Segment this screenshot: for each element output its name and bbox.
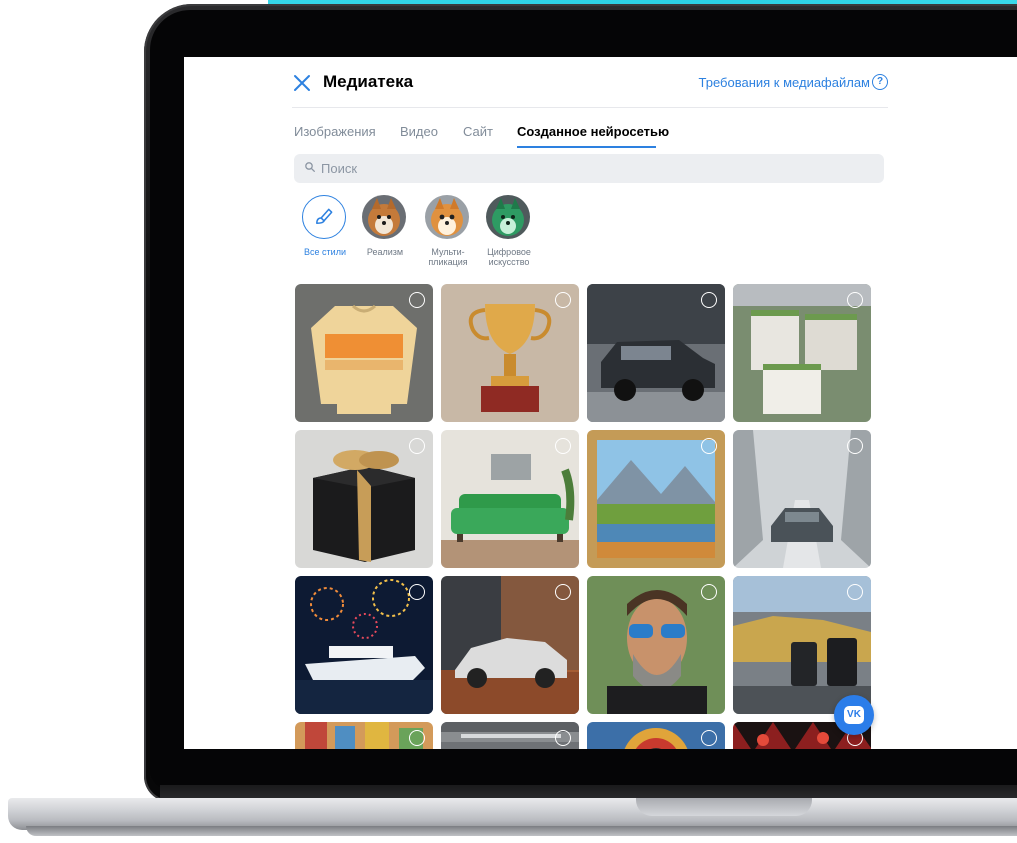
close-icon	[294, 75, 310, 91]
page-title: Медиатека	[323, 72, 414, 91]
select-checkbox[interactable]	[701, 292, 717, 308]
close-button[interactable]	[292, 73, 312, 93]
image-tile-colorful-city[interactable]	[295, 722, 433, 749]
image-tile-sweater[interactable]	[295, 284, 433, 422]
laptop-screen: Медиатека Требования к медиафайлам ? Изо…	[184, 57, 1017, 749]
select-checkbox[interactable]	[409, 730, 425, 746]
image-tile-painted-car[interactable]	[441, 576, 579, 714]
generated-images-grid	[295, 284, 871, 749]
image-tile-cars-chargers[interactable]	[733, 576, 871, 714]
tab-images[interactable]: Изображения	[294, 124, 376, 139]
image-tile-cruise-ship[interactable]	[295, 576, 433, 714]
image-tile-ornament[interactable]	[587, 722, 725, 749]
select-checkbox[interactable]	[701, 584, 717, 600]
search-input[interactable]: Поиск	[294, 154, 884, 183]
vk-logo-icon: VK	[844, 706, 864, 724]
vk-floating-button[interactable]: VK	[834, 695, 874, 735]
image-tile-gift[interactable]	[295, 430, 433, 568]
select-checkbox[interactable]	[555, 584, 571, 600]
style-label: Мульти- пликация	[428, 247, 468, 267]
style-label: Цифровое искусство	[487, 247, 531, 267]
search-placeholder: Поиск	[321, 161, 358, 176]
tab-ai-generated[interactable]: Созданное нейросетью	[517, 124, 669, 139]
tab-site[interactable]: Сайт	[463, 124, 493, 139]
select-checkbox[interactable]	[409, 438, 425, 454]
laptop-base-edge	[26, 826, 1017, 836]
select-checkbox[interactable]	[409, 292, 425, 308]
select-checkbox[interactable]	[701, 438, 717, 454]
select-checkbox[interactable]	[409, 584, 425, 600]
dog-cartoon-icon	[425, 195, 469, 239]
image-tile-snow-car[interactable]	[733, 430, 871, 568]
style-label: Реализм	[366, 247, 404, 257]
select-checkbox[interactable]	[555, 438, 571, 454]
image-tile-trophy[interactable]	[441, 284, 579, 422]
image-tile-garage[interactable]	[441, 722, 579, 749]
select-checkbox[interactable]	[847, 438, 863, 454]
search-icon	[305, 162, 315, 172]
laptop-opening-notch	[636, 798, 812, 816]
brush-icon	[302, 195, 346, 239]
media-library-header: Медиатека Требования к медиафайлам ?	[292, 69, 888, 108]
select-checkbox[interactable]	[847, 292, 863, 308]
image-tile-sofa[interactable]	[441, 430, 579, 568]
image-tile-apartments[interactable]	[733, 284, 871, 422]
image-tile-suv[interactable]	[587, 284, 725, 422]
dog-digital-art-icon	[486, 195, 530, 239]
image-tile-landscape[interactable]	[587, 430, 725, 568]
help-icon[interactable]: ?	[872, 74, 888, 90]
laptop-chin	[160, 785, 1017, 799]
image-tile-man-sunglasses[interactable]	[587, 576, 725, 714]
tab-video[interactable]: Видео	[400, 124, 438, 139]
active-tab-indicator	[517, 146, 656, 148]
select-checkbox[interactable]	[847, 584, 863, 600]
select-checkbox[interactable]	[701, 730, 717, 746]
dog-realism-icon	[362, 195, 406, 239]
media-requirements-link[interactable]: Требования к медиафайлам	[699, 75, 870, 90]
select-checkbox[interactable]	[555, 730, 571, 746]
select-checkbox[interactable]	[555, 292, 571, 308]
